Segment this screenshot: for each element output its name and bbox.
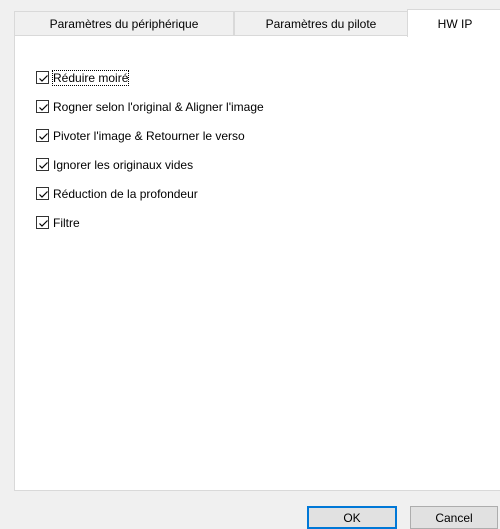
cancel-button[interactable]: Cancel (410, 506, 498, 529)
option-crop-align[interactable]: Rogner selon l'original & Aligner l'imag… (36, 92, 265, 121)
option-reduce-moire[interactable]: Réduire moiré (36, 63, 265, 92)
settings-dialog: Paramètres du périphérique Paramètres du… (0, 0, 500, 529)
option-label: Réduire moiré (52, 69, 130, 86)
checkbox-rotate-flip[interactable] (36, 129, 49, 142)
ok-button[interactable]: OK (307, 506, 397, 529)
option-label: Ignorer les originaux vides (53, 157, 194, 172)
checkmark-icon (39, 133, 48, 140)
option-label: Filtre (53, 215, 80, 230)
checkbox-filter[interactable] (36, 216, 49, 229)
tab-label: HW IP (437, 16, 473, 31)
tab-bar: Paramètres du périphérique Paramètres du… (14, 9, 500, 37)
hw-ip-panel: Réduire moiré Rogner selon l'original & … (14, 35, 500, 491)
checkbox-depth-reduction[interactable] (36, 187, 49, 200)
option-skip-blank[interactable]: Ignorer les originaux vides (36, 150, 265, 179)
tab-driver-settings[interactable]: Paramètres du pilote (234, 11, 408, 35)
options-list: Réduire moiré Rogner selon l'original & … (36, 63, 265, 237)
checkbox-crop-align[interactable] (36, 100, 49, 113)
tab-device-settings[interactable]: Paramètres du périphérique (14, 11, 234, 35)
checkmark-icon (39, 162, 48, 169)
option-label: Pivoter l'image & Retourner le verso (53, 128, 245, 143)
checkbox-reduce-moire[interactable] (36, 71, 49, 84)
checkmark-icon (39, 220, 48, 227)
option-filter[interactable]: Filtre (36, 208, 265, 237)
option-rotate-flip[interactable]: Pivoter l'image & Retourner le verso (36, 121, 265, 150)
cancel-button-label: Cancel (435, 510, 473, 525)
tab-label: Paramètres du périphérique (49, 16, 199, 31)
checkmark-icon (39, 75, 48, 82)
option-label: Rogner selon l'original & Aligner l'imag… (53, 99, 264, 114)
checkmark-icon (39, 104, 48, 111)
option-label: Réduction de la profondeur (53, 186, 198, 201)
ok-button-label: OK (343, 510, 361, 525)
option-depth-reduction[interactable]: Réduction de la profondeur (36, 179, 265, 208)
tab-hw-ip[interactable]: HW IP (407, 9, 500, 37)
checkbox-skip-blank[interactable] (36, 158, 49, 171)
checkmark-icon (39, 191, 48, 198)
tab-label: Paramètres du pilote (265, 16, 377, 31)
